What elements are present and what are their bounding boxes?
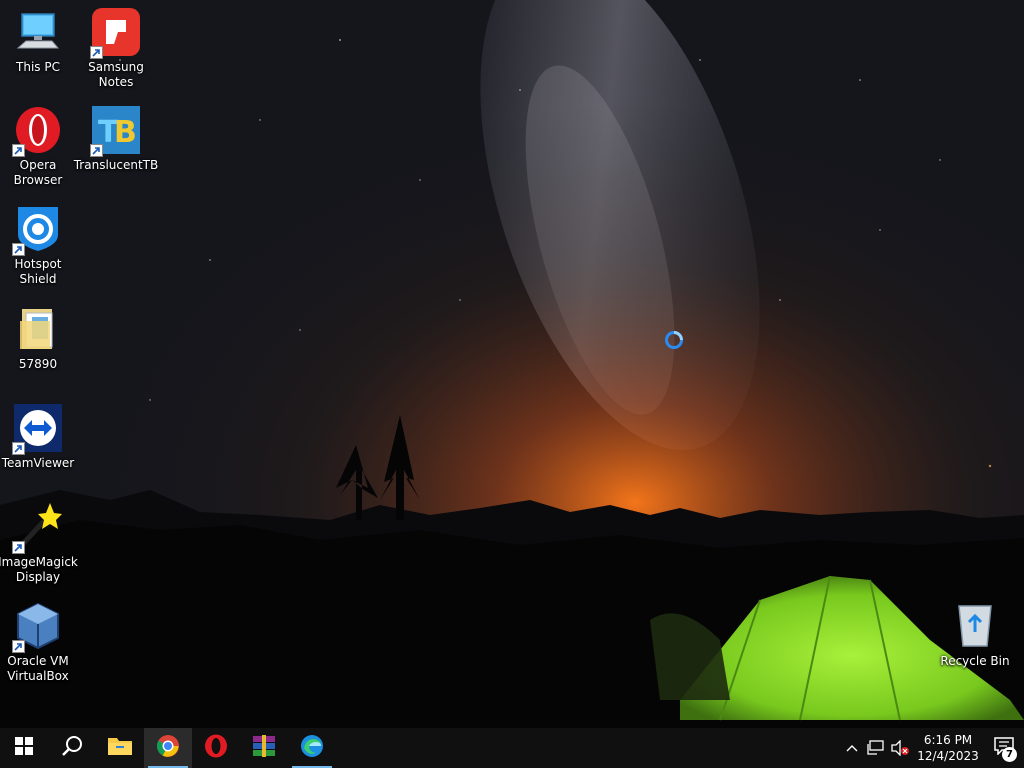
action-center-button[interactable]: 7 bbox=[984, 728, 1024, 768]
notification-count-badge: 7 bbox=[1002, 747, 1017, 762]
desktop-icon-virtualbox[interactable]: Oracle VM VirtualBox bbox=[0, 602, 76, 684]
desktop-icon-imagemagick[interactable]: ImageMagick Display bbox=[0, 503, 78, 585]
desktop-icon-label: TranslucentTB bbox=[73, 158, 159, 172]
this-pc-icon bbox=[14, 8, 62, 56]
desktop-icon-label: Samsung Notes bbox=[88, 60, 144, 89]
clock-time: 6:16 PM bbox=[923, 733, 973, 747]
shortcut-arrow-icon bbox=[12, 144, 25, 157]
network-icon[interactable] bbox=[864, 728, 888, 768]
desktop-icon-this-pc[interactable]: This PC bbox=[0, 8, 76, 75]
desktop-icon-opera[interactable]: Opera Browser bbox=[0, 106, 76, 188]
clock[interactable]: 6:16 PM 12/4/2023 bbox=[912, 732, 984, 764]
taskbar-edge[interactable] bbox=[288, 728, 336, 768]
shortcut-arrow-icon bbox=[12, 243, 25, 256]
edge-icon bbox=[300, 734, 324, 762]
desktop-icon-recycle-bin[interactable]: Recycle Bin bbox=[937, 602, 1013, 669]
chevron-up-icon[interactable] bbox=[840, 728, 864, 768]
desktop-icon-label: Opera Browser bbox=[13, 158, 63, 187]
desktop-icon-label: TeamViewer bbox=[1, 456, 75, 470]
desktop-icon-hotspot-shield[interactable]: Hotspot Shield bbox=[0, 205, 76, 287]
translucenttb-icon: T B bbox=[90, 106, 140, 157]
shortcut-arrow-icon bbox=[90, 46, 103, 59]
desktop-icon-label: 57890 bbox=[18, 357, 58, 371]
hotspot-shield-icon bbox=[12, 205, 62, 256]
search-icon bbox=[61, 735, 83, 761]
folder-icon bbox=[108, 736, 132, 760]
desktop-icon-label: Oracle VM VirtualBox bbox=[7, 654, 69, 683]
shortcut-arrow-icon bbox=[12, 442, 25, 455]
desktop-icon-label: Recycle Bin bbox=[940, 654, 1010, 668]
desktop-icon-samsung-notes[interactable]: Samsung Notes bbox=[78, 8, 154, 90]
desktop[interactable]: This PC Samsung Notes Opera Browser T B … bbox=[0, 0, 1024, 728]
shortcut-arrow-icon bbox=[12, 640, 25, 653]
taskbar-file-explorer[interactable] bbox=[96, 728, 144, 768]
opera-icon bbox=[204, 734, 228, 762]
desktop-icon-label: Hotspot Shield bbox=[14, 257, 62, 286]
windows-logo-icon bbox=[15, 737, 33, 759]
clock-date: 12/4/2023 bbox=[917, 749, 979, 763]
taskbar-winrar[interactable] bbox=[240, 728, 288, 768]
taskbar-chrome[interactable] bbox=[144, 728, 192, 768]
recycle-bin-icon bbox=[951, 602, 999, 650]
chrome-icon bbox=[156, 734, 180, 762]
shortcut-arrow-icon bbox=[12, 541, 25, 554]
volume-muted-icon[interactable] bbox=[888, 728, 912, 768]
busy-cursor-icon bbox=[665, 331, 683, 349]
opera-icon bbox=[12, 106, 62, 157]
virtualbox-icon bbox=[12, 602, 62, 653]
desktop-icon-folder-57890[interactable]: 57890 bbox=[0, 305, 76, 372]
samsung-notes-icon bbox=[90, 8, 140, 59]
taskbar: 6:16 PM 12/4/2023 7 bbox=[0, 728, 1024, 768]
search-button[interactable] bbox=[48, 728, 96, 768]
svg-text:B: B bbox=[114, 115, 137, 150]
desktop-icon-teamviewer[interactable]: TeamViewer bbox=[0, 404, 76, 471]
system-tray: 6:16 PM 12/4/2023 7 bbox=[840, 728, 1024, 768]
shortcut-arrow-icon bbox=[90, 144, 103, 157]
winrar-icon bbox=[252, 734, 276, 762]
imagemagick-icon bbox=[12, 503, 62, 554]
desktop-icon-label: ImageMagick Display bbox=[0, 555, 78, 584]
teamviewer-icon bbox=[12, 404, 62, 455]
desktop-icon-label: This PC bbox=[16, 60, 60, 74]
folder-icon bbox=[14, 305, 62, 353]
desktop-icon-translucenttb[interactable]: T B TranslucentTB bbox=[74, 106, 158, 173]
start-button[interactable] bbox=[0, 728, 48, 768]
taskbar-opera[interactable] bbox=[192, 728, 240, 768]
